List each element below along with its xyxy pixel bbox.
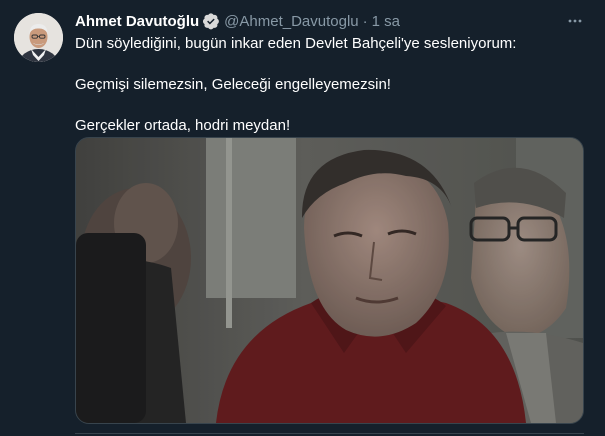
- tweet-text-line: Gerçekler ortada, hodri meydan!: [75, 117, 291, 134]
- tweet-divider: [75, 433, 584, 434]
- tweet-card[interactable]: Ahmet Davutoğlu @Ahmet_Davutoglu · 1 sa …: [0, 0, 605, 436]
- separator-dot: ·: [362, 12, 368, 30]
- avatar[interactable]: [14, 13, 63, 62]
- author-name[interactable]: Ahmet Davutoğlu: [75, 13, 199, 30]
- tweet-text-line: Geçmişi silemezsin, Geleceği engelleyeme…: [75, 76, 391, 93]
- tweet-header: Ahmet Davutoğlu @Ahmet_Davutoglu · 1 sa: [75, 11, 400, 31]
- author-handle[interactable]: @Ahmet_Davutoglu: [224, 13, 358, 30]
- avatar-image: [14, 13, 63, 62]
- video-thumbnail[interactable]: [75, 137, 584, 424]
- timestamp[interactable]: 1 sa: [372, 13, 400, 30]
- tweet-text-line: Dün söylediğini, bugün inkar eden Devlet…: [75, 35, 517, 52]
- verified-badge-icon: [202, 12, 220, 30]
- more-horizontal-icon[interactable]: [564, 10, 586, 32]
